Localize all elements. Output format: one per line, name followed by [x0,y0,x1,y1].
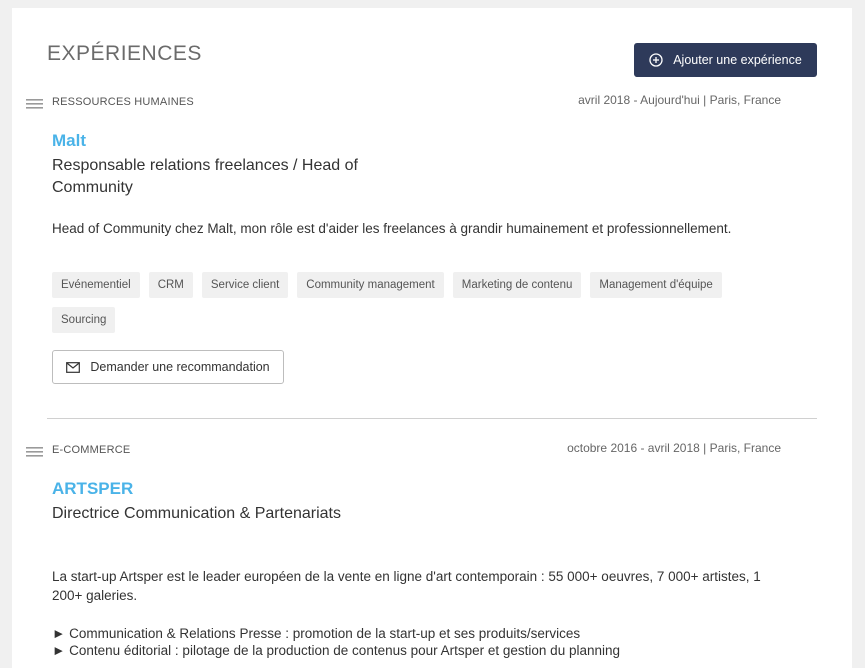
skill-tag: Community management [297,272,444,298]
request-recommendation-label: Demander une recommandation [90,360,270,374]
mail-icon [66,361,81,373]
experience-divider [47,418,817,419]
add-experience-button[interactable]: Ajouter une expérience [634,43,817,77]
plus-circle-icon [649,53,663,67]
add-experience-label: Ajouter une expérience [673,53,802,67]
drag-handle-icon[interactable] [26,446,44,460]
experience-description: La start-up Artsper est le leader europé… [52,569,761,603]
experience-category: E-COMMERCE [52,444,131,456]
skill-tag: Evénementiel [52,272,140,298]
job-title: Responsable relations freelances / Head … [52,157,358,196]
experience-location: Paris, France [709,441,781,455]
experience-location: Paris, France [709,93,781,107]
request-recommendation-button[interactable]: Demander une recommandation [52,350,284,384]
skill-tag: Management d'équipe [590,272,722,298]
bullet-item: ► Communication & Relations Presse : pro… [52,626,581,641]
skill-tag: Sourcing [52,307,116,333]
skill-tag: Service client [201,272,289,298]
experience-bullets: ► Communication & Relations Presse : pro… [52,625,812,659]
experience-period: octobre 2016 - avril 2018 [567,441,700,455]
company-name[interactable]: Malt [52,131,86,151]
job-title: Directrice Communication & Partenariats [52,505,341,522]
experience-meta: octobre 2016 - avril 2018 | Paris, Franc… [567,441,781,455]
skill-tag: Marketing de contenu [452,272,582,298]
experience-meta: avril 2018 - Aujourd'hui | Paris, France [578,93,781,107]
section-title: EXPÉRIENCES [47,42,202,65]
skill-tags: Evénementiel CRM Service client Communit… [52,272,772,333]
meta-separator: | [703,93,707,107]
meta-separator: | [703,441,707,455]
skill-tag: CRM [148,272,193,298]
experience-description: Head of Community chez Malt, mon rôle es… [52,221,732,236]
experience-category: RESSOURCES HUMAINES [52,96,194,108]
company-name[interactable]: ARTSPER [52,479,133,499]
drag-handle-icon[interactable] [26,98,44,112]
bullet-item: ► Contenu éditorial : pilotage de la pro… [52,643,620,658]
experiences-card: EXPÉRIENCES Ajouter une expérience RESSO… [12,8,852,668]
experience-period: avril 2018 - Aujourd'hui [578,93,700,107]
